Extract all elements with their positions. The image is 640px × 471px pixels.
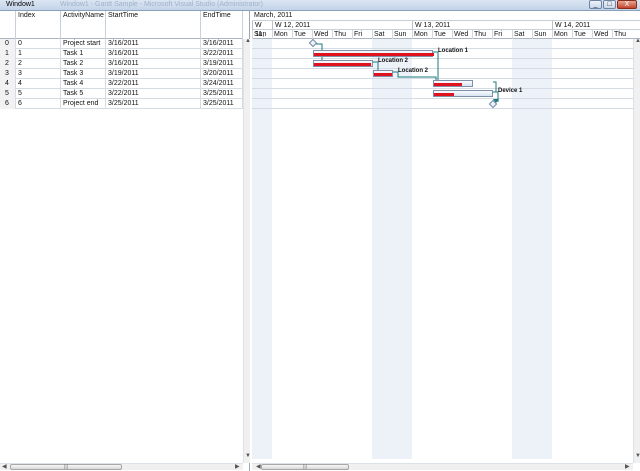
resource-label: Device 1: [498, 88, 523, 94]
cell-activity-name[interactable]: Task 5: [61, 89, 106, 99]
grid-vertical-scrollbar[interactable]: ▲ ▼: [243, 38, 251, 463]
cell-activity-name[interactable]: Task 2: [61, 59, 106, 69]
cell-index[interactable]: 4: [16, 79, 61, 89]
grid-horizontal-scrollbar[interactable]: ◀ ||| ▶: [0, 463, 243, 470]
cell-index[interactable]: 5: [16, 89, 61, 99]
scroll-down-arrow-icon[interactable]: ▼: [245, 453, 251, 459]
data-grid: Index ActivityName StartTime EndTime 0 0…: [0, 11, 251, 471]
cell-start-time[interactable]: 3/22/2011: [106, 89, 201, 99]
task-progress: [434, 83, 462, 86]
cell-start-time[interactable]: 3/16/2011: [106, 39, 201, 49]
gantt-chart-area: March, 2011 W 11, W 12, 2011 W 13, 2011 …: [252, 11, 640, 471]
scroll-thumb[interactable]: |||: [10, 464, 122, 470]
cell-activity-name[interactable]: Task 3: [61, 69, 106, 79]
cell-end-time[interactable]: 3/24/2011: [201, 79, 243, 89]
task-bar[interactable]: [433, 80, 473, 87]
cell-start-time[interactable]: 3/16/2011: [106, 59, 201, 69]
cell-end-time[interactable]: 3/16/2011: [201, 39, 243, 49]
cell-activity-name[interactable]: Task 4: [61, 79, 106, 89]
table-row[interactable]: 4 4 Task 4 3/22/2011 3/24/2011: [0, 79, 243, 89]
column-header-start-time[interactable]: StartTime: [106, 11, 201, 39]
task-bar[interactable]: [313, 50, 434, 57]
cell-end-time[interactable]: 3/22/2011: [201, 49, 243, 59]
window-title: Window1: [6, 1, 35, 8]
minimize-button[interactable]: _: [589, 0, 602, 9]
task-bar[interactable]: [373, 70, 393, 77]
scroll-right-arrow-icon[interactable]: ▶: [625, 463, 630, 470]
row-number: 6: [0, 99, 16, 109]
table-row[interactable]: 0 0 Project start 3/16/2011 3/16/2011: [0, 39, 243, 49]
resource-label: Location 2: [378, 58, 409, 64]
cell-start-time[interactable]: 3/16/2011: [106, 49, 201, 59]
row-number: 0: [0, 39, 16, 49]
scroll-down-arrow-icon[interactable]: ▼: [635, 453, 640, 459]
cell-end-time[interactable]: 3/20/2011: [201, 69, 243, 79]
scroll-thumb[interactable]: |||: [261, 464, 349, 470]
cell-index[interactable]: 3: [16, 69, 61, 79]
table-row[interactable]: 3 3 Task 3 3/19/2011 3/20/2011: [0, 69, 243, 79]
cell-index[interactable]: 2: [16, 59, 61, 69]
resource-label: Location 2: [398, 68, 429, 74]
column-header-activity-name[interactable]: ActivityName: [61, 11, 106, 39]
dependency-lines: [316, 43, 499, 103]
close-button[interactable]: X: [617, 0, 637, 9]
cell-activity-name[interactable]: Project start: [61, 39, 106, 49]
table-row[interactable]: 1 1 Task 1 3/16/2011 3/22/2011: [0, 49, 243, 59]
cell-activity-name[interactable]: Task 1: [61, 49, 106, 59]
task-bar[interactable]: [313, 60, 373, 67]
scroll-right-arrow-icon[interactable]: ▶: [235, 463, 240, 470]
cell-end-time[interactable]: 3/25/2011: [201, 99, 243, 109]
cell-end-time[interactable]: 3/19/2011: [201, 59, 243, 69]
window-titlebar: Window1 Window1 - Gantt Sample - Microso…: [0, 0, 640, 11]
table-row[interactable]: 6 6 Project end 3/25/2011 3/25/2011: [0, 99, 243, 109]
cell-start-time[interactable]: 3/19/2011: [106, 69, 201, 79]
scroll-left-arrow-icon[interactable]: ◀: [2, 463, 7, 470]
task-progress: [314, 63, 371, 66]
cell-index[interactable]: 6: [16, 99, 61, 109]
row-number: 3: [0, 69, 16, 79]
row-number: 5: [0, 89, 16, 99]
column-header-end-time[interactable]: EndTime: [201, 11, 243, 39]
scroll-up-arrow-icon[interactable]: ▲: [245, 38, 251, 44]
cell-start-time[interactable]: 3/25/2011: [106, 99, 201, 109]
scroll-left-arrow-icon[interactable]: ◀: [256, 463, 261, 470]
cell-start-time[interactable]: 3/22/2011: [106, 79, 201, 89]
table-row[interactable]: 5 5 Task 5 3/22/2011 3/25/2011: [0, 89, 243, 99]
cell-activity-name[interactable]: Project end: [61, 99, 106, 109]
column-header-index[interactable]: Index: [16, 11, 61, 39]
task-progress: [374, 73, 392, 76]
gantt-vertical-scrollbar[interactable]: ▲ ▼: [633, 38, 640, 463]
scroll-up-arrow-icon[interactable]: ▲: [635, 38, 640, 44]
table-row[interactable]: 2 2 Task 2 3/16/2011 3/19/2011: [0, 59, 243, 69]
background-window-title: Window1 - Gantt Sample - Microsoft Visua…: [60, 1, 263, 8]
cell-end-time[interactable]: 3/25/2011: [201, 89, 243, 99]
row-number: 1: [0, 49, 16, 59]
task-progress: [434, 93, 454, 96]
resource-label: Location 1: [438, 48, 469, 54]
row-header-corner: [0, 11, 16, 39]
gantt-horizontal-scrollbar[interactable]: ◀ ||| ▶: [252, 463, 633, 470]
task-progress: [314, 53, 434, 56]
row-number: 4: [0, 79, 16, 89]
cell-index[interactable]: 1: [16, 49, 61, 59]
cell-index[interactable]: 0: [16, 39, 61, 49]
task-bar[interactable]: [433, 90, 493, 97]
maximize-button[interactable]: □: [603, 0, 616, 9]
grid-header: Index ActivityName StartTime EndTime: [0, 11, 243, 39]
row-number: 2: [0, 59, 16, 69]
